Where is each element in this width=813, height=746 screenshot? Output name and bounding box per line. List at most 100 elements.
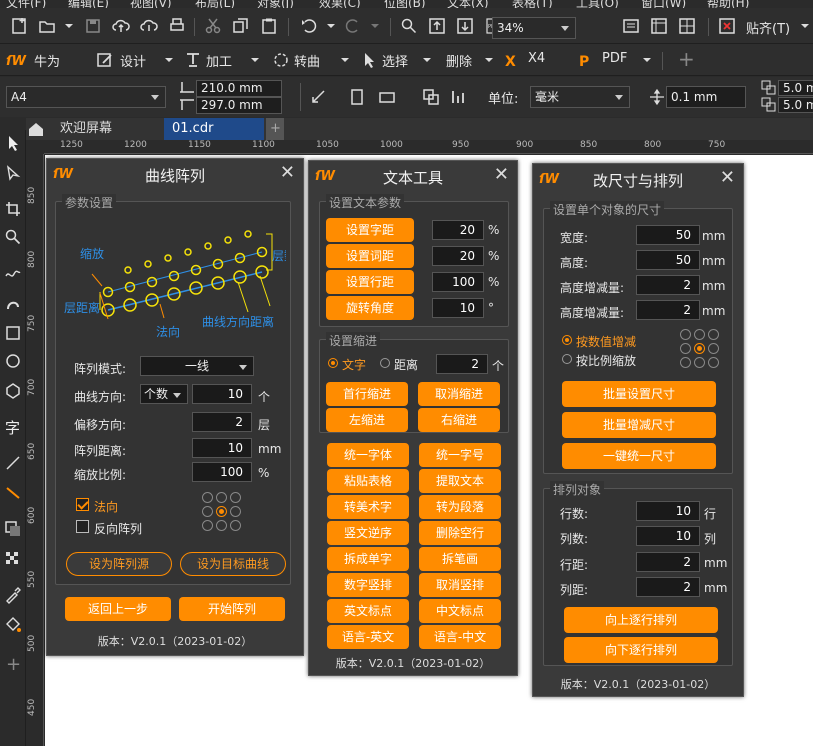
unify-font-button[interactable]: 统一字体 xyxy=(327,443,409,467)
plugin-x4[interactable]: X4 xyxy=(528,51,545,66)
cancel-indent-button[interactable]: 取消缩进 xyxy=(418,382,500,406)
paste-table-button[interactable]: 粘贴表格 xyxy=(327,469,409,493)
paste-icon[interactable] xyxy=(258,15,280,37)
artistic-media-icon[interactable] xyxy=(2,292,24,314)
crop-tool-icon[interactable] xyxy=(2,198,24,220)
array-mode-select[interactable]: 一线 xyxy=(140,356,254,376)
menu-bitmap[interactable]: 位图(B) xyxy=(384,0,426,8)
batch-set-size-button[interactable]: 批量设置尺寸 xyxy=(562,381,716,407)
height-input[interactable]: 50 xyxy=(636,250,700,270)
plugin-niuwei[interactable]: 牛为 xyxy=(34,51,60,70)
plugin-process[interactable]: 加工 xyxy=(206,51,232,70)
chevron-down-icon[interactable] xyxy=(334,49,356,71)
interactive-fill-icon[interactable] xyxy=(2,614,24,636)
convert-curve-icon[interactable] xyxy=(270,49,292,71)
indent-by-char-radio[interactable] xyxy=(328,358,338,368)
page-width-field[interactable]: 210.0 mm xyxy=(196,80,282,97)
set-array-source-button[interactable]: 设为阵列源 xyxy=(66,552,172,576)
duplicate-y-field[interactable]: 5.0 mm xyxy=(778,97,813,113)
menu-effects[interactable]: 效果(C) xyxy=(319,0,361,8)
by-value-radio[interactable] xyxy=(562,335,572,345)
zoom-tool-icon[interactable] xyxy=(2,226,24,248)
scale-ratio-input[interactable]: 100 xyxy=(192,462,252,482)
split-chars-button[interactable]: 拆成单字 xyxy=(327,547,409,571)
freehand-tool-icon[interactable] xyxy=(2,262,24,284)
duplicate-x-field[interactable]: 5.0 mm xyxy=(778,80,813,96)
normal-checkbox[interactable] xyxy=(76,498,89,511)
customize-toolbox-button[interactable]: + xyxy=(6,654,21,675)
arrange-up-button[interactable]: 向上逐行排列 xyxy=(564,607,718,633)
set-char-spacing-button[interactable]: 设置字距 xyxy=(326,218,414,242)
curve-direction-select[interactable]: 个数 xyxy=(140,384,188,404)
menu-object[interactable]: 对象(J) xyxy=(257,0,294,8)
col-spacing-input[interactable]: 2 xyxy=(636,577,700,597)
snap-off-icon[interactable] xyxy=(716,15,738,37)
nudge-distance-field[interactable]: 0.1 mm xyxy=(666,86,746,108)
english-punct-button[interactable]: 英文标点 xyxy=(327,599,409,623)
current-page-icon[interactable] xyxy=(448,86,470,108)
portrait-icon[interactable] xyxy=(346,86,368,108)
plugin-delete[interactable]: 删除 xyxy=(446,51,472,70)
row-spacing-input[interactable]: 2 xyxy=(636,552,700,572)
by-ratio-radio[interactable] xyxy=(562,354,572,364)
arrange-down-button[interactable]: 向下逐行排列 xyxy=(564,637,718,663)
extract-text-button[interactable]: 提取文本 xyxy=(419,469,501,493)
vertical-reverse-button[interactable]: 竖文逆序 xyxy=(327,521,409,545)
set-target-curve-button[interactable]: 设为目标曲线 xyxy=(180,552,286,576)
first-line-indent-button[interactable]: 首行缩进 xyxy=(326,382,408,406)
pdf-icon[interactable]: P xyxy=(576,49,598,71)
char-spacing-input[interactable]: 20 xyxy=(432,220,484,240)
height-delta-input-2[interactable]: 2 xyxy=(636,300,700,320)
menu-layout[interactable]: 布局(L) xyxy=(195,0,235,8)
close-icon[interactable]: ✕ xyxy=(720,167,735,188)
menu-file[interactable]: 文件(F) xyxy=(6,0,46,8)
plugin-pdf[interactable]: PDF xyxy=(602,51,627,66)
split-strokes-button[interactable]: 拆笔画 xyxy=(419,547,501,571)
anchor-grid[interactable] xyxy=(680,329,720,369)
save-icon[interactable] xyxy=(82,15,104,37)
indent-value-input[interactable]: 2 xyxy=(436,354,488,374)
menu-window[interactable]: 窗口(W) xyxy=(641,0,686,8)
landscape-icon[interactable] xyxy=(376,86,398,108)
x4-icon[interactable]: X xyxy=(502,49,524,71)
delete-empty-lines-button[interactable]: 删除空行 xyxy=(419,521,501,545)
reverse-array-checkbox[interactable] xyxy=(76,520,89,533)
rotate-angle-input[interactable]: 10 xyxy=(432,298,484,318)
language-english-button[interactable]: 语言-英文 xyxy=(327,625,409,649)
new-tab-button[interactable]: + xyxy=(266,118,284,140)
width-input[interactable]: 50 xyxy=(636,225,700,245)
cloud-download-icon[interactable] xyxy=(138,15,160,37)
array-distance-input[interactable]: 10 xyxy=(192,438,252,458)
to-artistic-text-button[interactable]: 转美术字 xyxy=(327,495,409,519)
page-size-select[interactable]: A4 xyxy=(6,86,166,108)
rows-input[interactable]: 10 xyxy=(636,501,700,521)
polygon-tool-icon[interactable] xyxy=(2,380,24,402)
chevron-down-icon[interactable] xyxy=(794,15,813,37)
close-icon[interactable]: ✕ xyxy=(280,162,295,183)
chevron-down-icon[interactable] xyxy=(320,15,342,37)
chevron-down-icon[interactable] xyxy=(158,49,180,71)
copy-icon[interactable] xyxy=(230,15,252,37)
plugin-design[interactable]: 设计 xyxy=(120,51,146,70)
menu-table[interactable]: 表格(T) xyxy=(512,0,553,8)
pick-tool-icon[interactable] xyxy=(2,132,24,154)
plugin-convert-curve[interactable]: 转曲 xyxy=(294,51,320,70)
print-icon[interactable] xyxy=(166,15,188,37)
digits-vertical-button[interactable]: 数字竖排 xyxy=(327,573,409,597)
set-line-spacing-button[interactable]: 设置行距 xyxy=(326,270,414,294)
start-array-button[interactable]: 开始阵列 xyxy=(179,597,285,621)
connector-tool-icon[interactable] xyxy=(2,482,24,504)
anchor-grid[interactable] xyxy=(202,492,242,532)
close-icon[interactable]: ✕ xyxy=(494,164,509,185)
cloud-upload-icon[interactable] xyxy=(110,15,132,37)
line-spacing-input[interactable]: 100 xyxy=(432,272,484,292)
import-icon[interactable] xyxy=(426,15,448,37)
page-orientation-icon[interactable] xyxy=(308,86,330,108)
select-arrow-icon[interactable] xyxy=(358,49,380,71)
export-icon[interactable] xyxy=(454,15,476,37)
text-tool-icon[interactable]: 字 xyxy=(2,416,24,438)
language-chinese-button[interactable]: 语言-中文 xyxy=(419,625,501,649)
design-icon[interactable] xyxy=(94,49,116,71)
redo-icon[interactable] xyxy=(342,15,364,37)
set-word-spacing-button[interactable]: 设置词距 xyxy=(326,244,414,268)
